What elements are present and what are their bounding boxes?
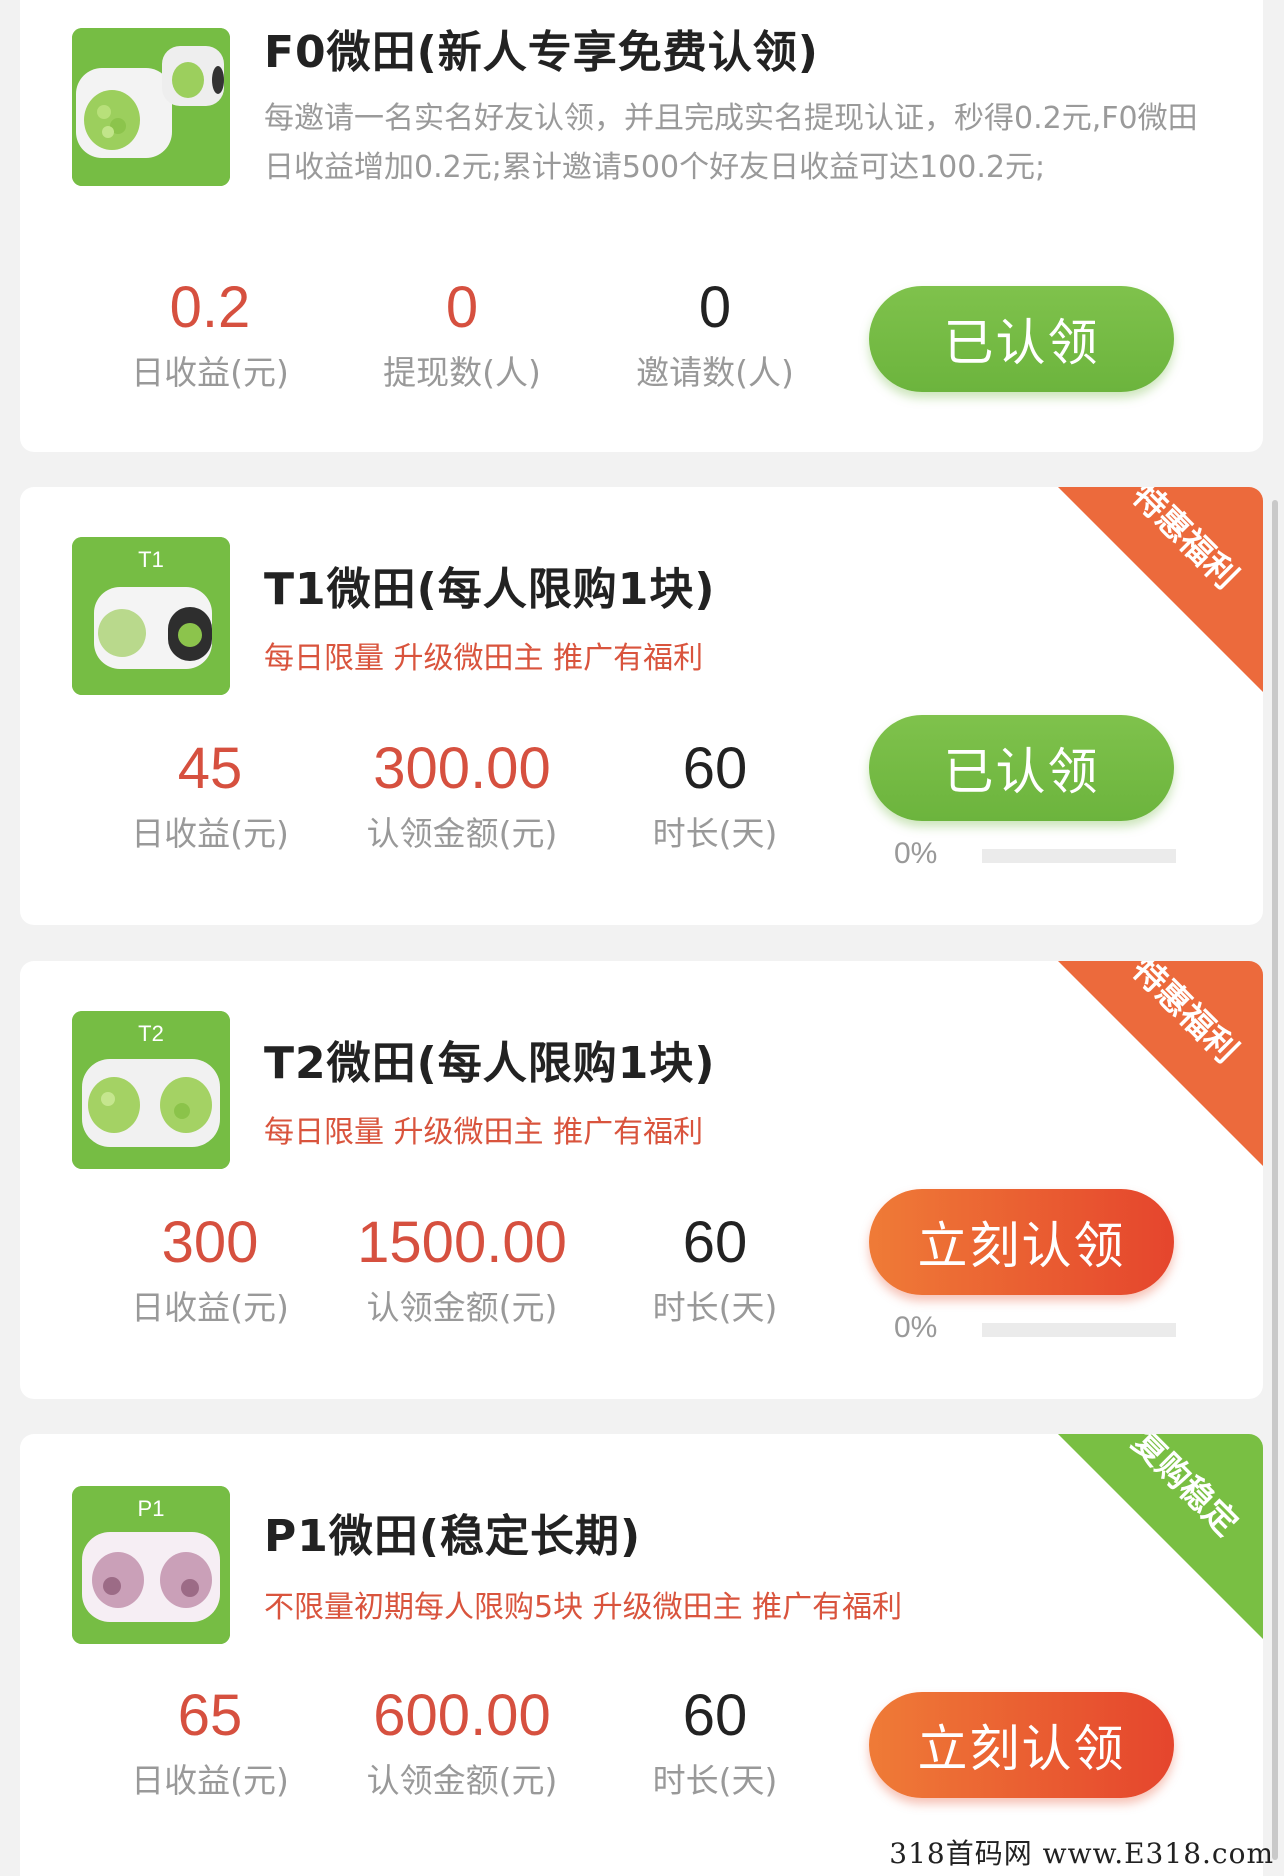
product-card-p1: 复购稳定 P1 P1微田(稳定长期) 不限量初期每人限购5块 升级微田主 推广有… [20, 1434, 1263, 1876]
image-tag: P1 [137, 1496, 165, 1521]
card-title: F0微田(新人专享免费认领) [264, 27, 819, 78]
card-promo: 每日限量 升级微田主 推广有福利 [264, 641, 704, 676]
card-title: P1微田(稳定长期) [264, 1511, 642, 1562]
stat-value: 65 [177, 1683, 243, 1748]
stat-label: 日收益(元) [131, 353, 289, 392]
card-description: 每邀请一名实名好友认领，并且完成实名提现认证，秒得0.2元,F0微田日收益增加0… [264, 101, 1198, 185]
stat-value: 0 [445, 275, 479, 340]
stat-value: 60 [682, 1210, 748, 1275]
claim-now-button[interactable]: 立刻认领 [869, 1692, 1174, 1798]
scrollbar[interactable] [1272, 500, 1278, 1860]
product-card-t1: 特惠福利 T1 T1微田(每人限购1块) 每日限量 升级微田主 推广有福利 45… [20, 487, 1263, 925]
progress-bar [982, 849, 1176, 863]
stat-claim-amount: 300.00 认领金额(元) [342, 737, 582, 855]
stat-value: 0.2 [169, 275, 251, 340]
card-promo: 每日限量 升级微田主 推广有福利 [264, 1115, 704, 1150]
card-promo: 不限量初期每人限购5块 升级微田主 推广有福利 [264, 1590, 903, 1625]
stat-duration: 60 时长(天) [595, 1684, 835, 1802]
stat-value: 60 [682, 1683, 748, 1748]
stat-label: 提现数(人) [383, 353, 541, 392]
claim-now-button[interactable]: 立刻认领 [869, 1189, 1174, 1295]
product-image[interactable]: T2 [72, 1011, 230, 1169]
stat-label: 认领金额(元) [366, 814, 558, 853]
claimed-button[interactable]: 已认领 [869, 286, 1174, 392]
stat-daily-income: 300 日收益(元) [90, 1211, 330, 1329]
product-card-t2: 特惠福利 T2 T2微田(每人限购1块) 每日限量 升级微田主 推广有福利 30… [20, 961, 1263, 1399]
product-card-f0: F0微田(新人专享免费认领) 每邀请一名实名好友认领，并且完成实名提现认证，秒得… [20, 0, 1263, 452]
stat-duration: 60 时长(天) [595, 737, 835, 855]
stat-withdrawals: 0 提现数(人) [342, 276, 582, 394]
stat-label: 认领金额(元) [366, 1761, 558, 1800]
stat-claim-amount: 1500.00 认领金额(元) [342, 1211, 582, 1329]
progress-percent: 0% [894, 1311, 938, 1344]
stat-duration: 60 时长(天) [595, 1211, 835, 1329]
stat-label: 时长(天) [652, 814, 778, 853]
stat-value: 45 [177, 736, 243, 801]
card-title: T1微田(每人限购1块) [264, 564, 716, 615]
stat-value: 600.00 [373, 1683, 551, 1748]
stat-label: 日收益(元) [131, 1288, 289, 1327]
stat-label: 时长(天) [652, 1761, 778, 1800]
card-title: T2微田(每人限购1块) [264, 1038, 716, 1089]
stat-value: 300.00 [373, 736, 551, 801]
image-tag: T2 [138, 1021, 164, 1046]
planter-icon [72, 28, 230, 186]
stat-daily-income: 45 日收益(元) [90, 737, 330, 855]
stat-label: 邀请数(人) [636, 353, 794, 392]
watermark: 318首码网 www.E318.com [889, 1837, 1274, 1870]
product-image[interactable]: T1 [72, 537, 230, 695]
stat-label: 日收益(元) [131, 814, 289, 853]
stat-claim-amount: 600.00 认领金额(元) [342, 1684, 582, 1802]
stat-label: 日收益(元) [131, 1761, 289, 1800]
stat-value: 60 [682, 736, 748, 801]
progress-percent: 0% [894, 837, 938, 870]
stat-label: 认领金额(元) [366, 1288, 558, 1327]
progress-bar [982, 1323, 1176, 1337]
stat-value: 300 [161, 1210, 259, 1275]
stat-daily-income: 0.2 日收益(元) [90, 276, 330, 394]
stat-invites: 0 邀请数(人) [595, 276, 835, 394]
stat-label: 时长(天) [652, 1288, 778, 1327]
claimed-button[interactable]: 已认领 [869, 715, 1174, 821]
product-image[interactable] [72, 28, 230, 186]
stat-value: 1500.00 [357, 1210, 567, 1275]
stat-daily-income: 65 日收益(元) [90, 1684, 330, 1802]
product-image[interactable]: P1 [72, 1486, 230, 1644]
stat-value: 0 [698, 275, 732, 340]
image-tag: T1 [138, 547, 164, 572]
